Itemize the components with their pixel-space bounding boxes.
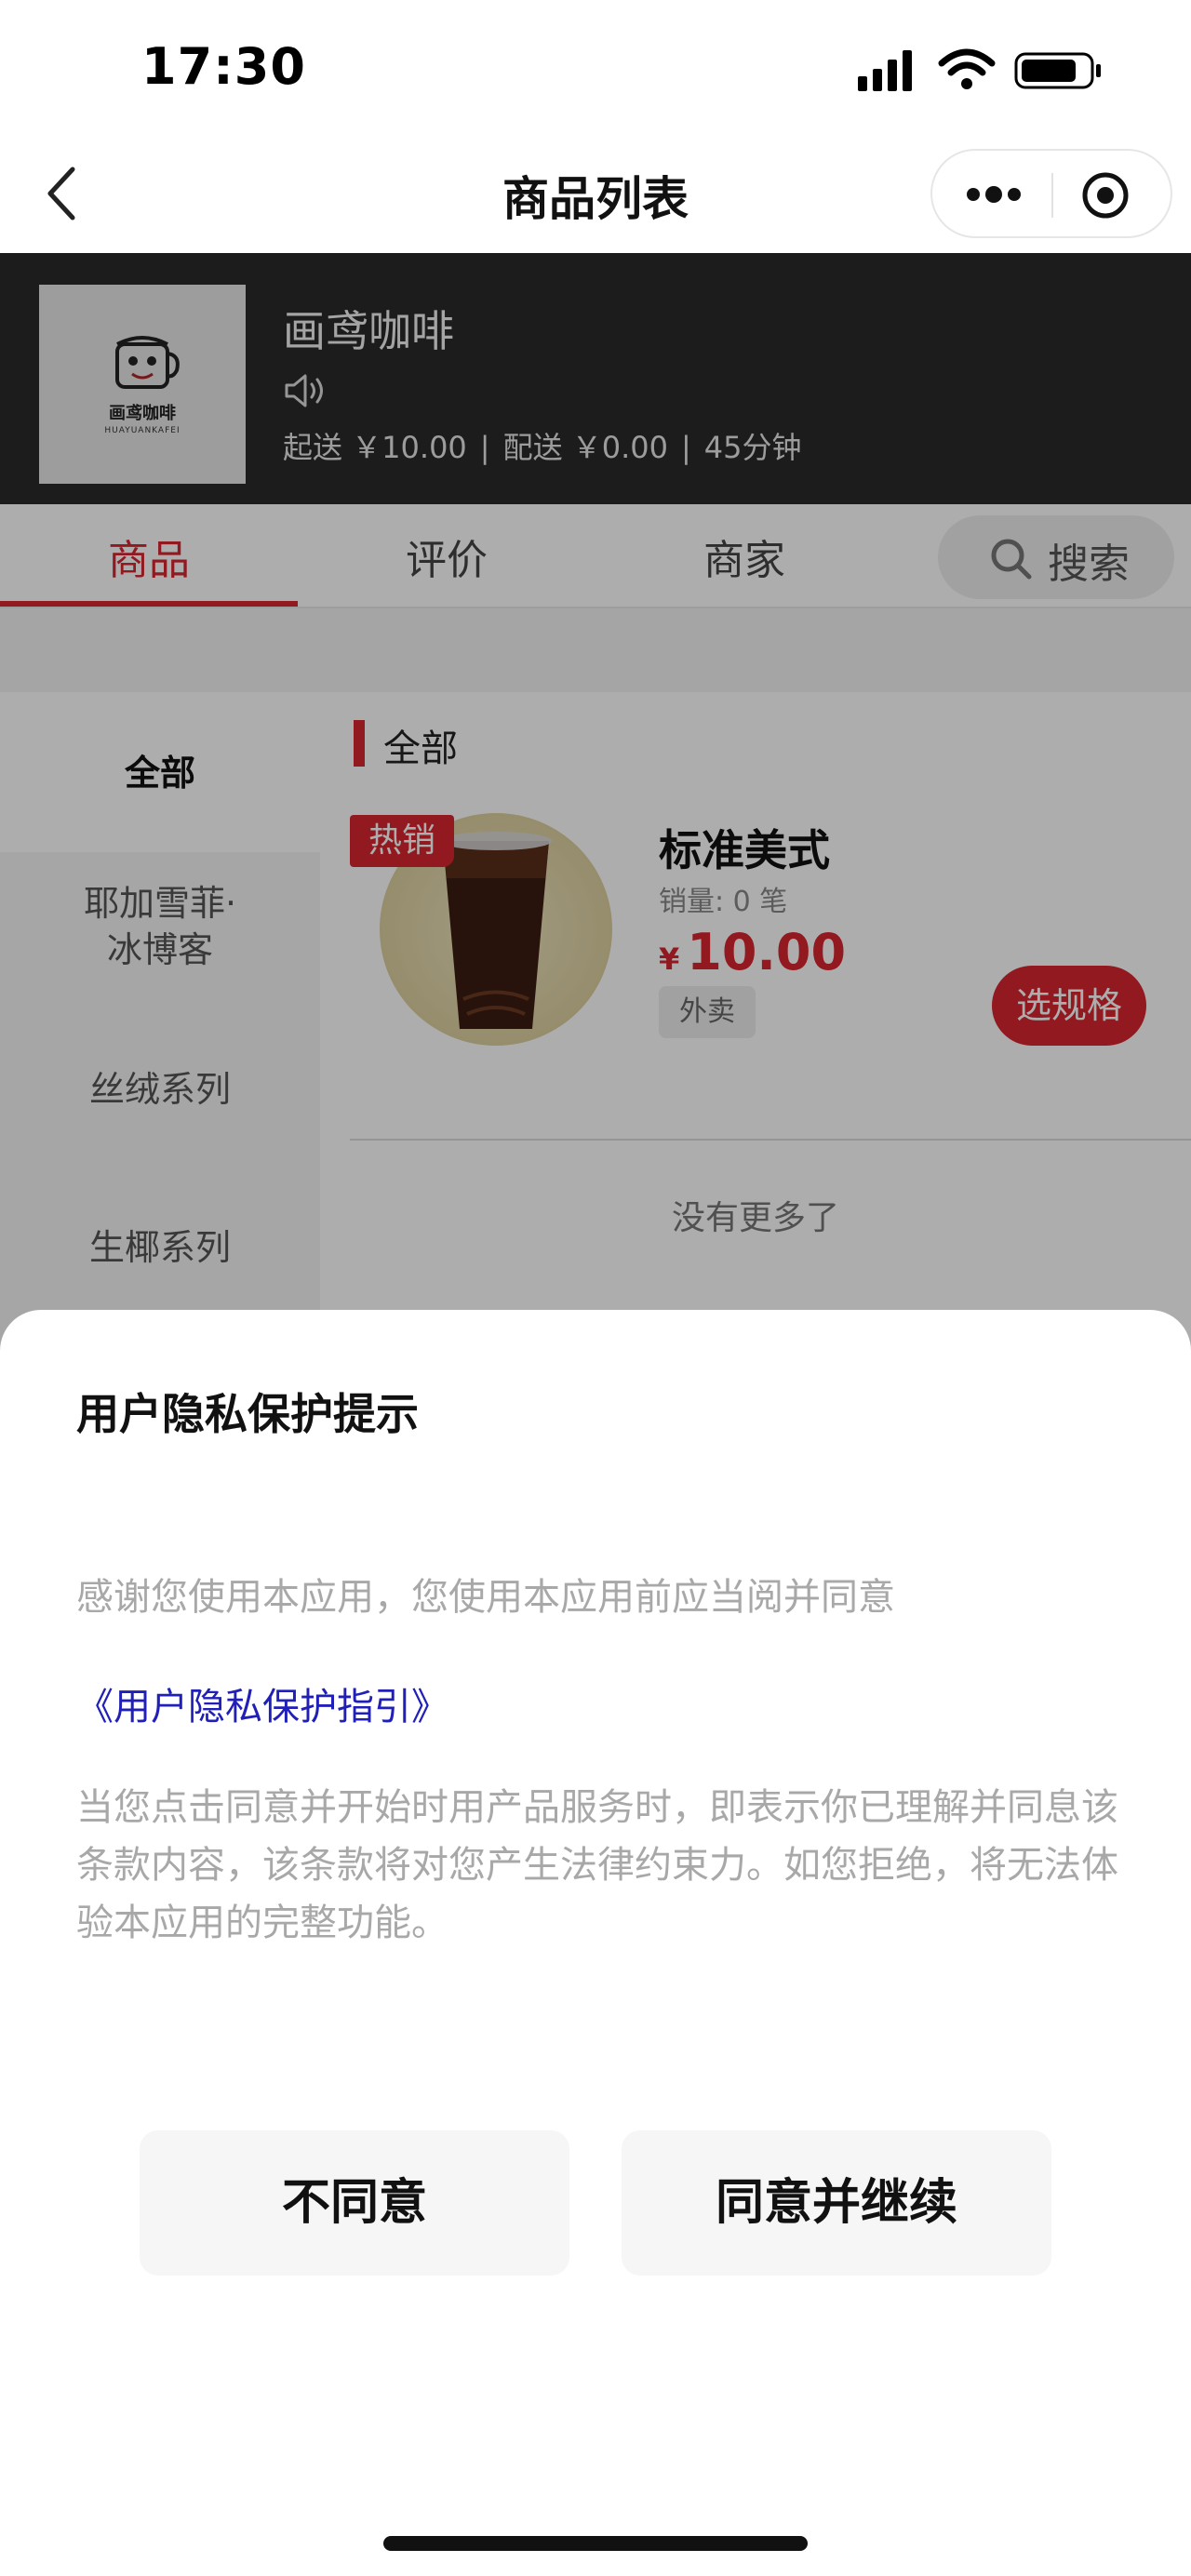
agree-continue-button[interactable]: 同意并继续 <box>622 2130 1051 2276</box>
privacy-guide-link[interactable]: 《用户隐私保护指引》 <box>76 1676 448 1730</box>
more-icon[interactable] <box>964 179 1024 210</box>
nav-bar: 商品列表 <box>0 140 1191 253</box>
target-icon[interactable] <box>1081 171 1130 220</box>
disagree-button[interactable]: 不同意 <box>140 2130 569 2276</box>
privacy-intro: 感谢您使用本应用，您使用本应用前应当阅并同意 <box>76 1576 895 1619</box>
capsule-divider <box>1051 173 1053 218</box>
privacy-body: 当您点击同意并开始时用产品服务时，即表示你已理解并同息该条款内容，该条款将对您产… <box>76 1786 1118 1944</box>
status-time: 17:30 <box>141 37 306 96</box>
privacy-sheet: 用户隐私保护提示 感谢您使用本应用，您使用本应用前应当阅并同意 《用户隐私保护指… <box>0 1310 1191 2576</box>
privacy-title: 用户隐私保护提示 <box>76 1389 419 1439</box>
status-bar: 17:30 <box>0 0 1191 140</box>
mini-program-capsule <box>930 149 1172 238</box>
signal-icon <box>858 50 912 91</box>
battery-icon <box>1014 52 1101 89</box>
wifi-icon <box>938 48 996 89</box>
home-indicator <box>383 2536 808 2551</box>
